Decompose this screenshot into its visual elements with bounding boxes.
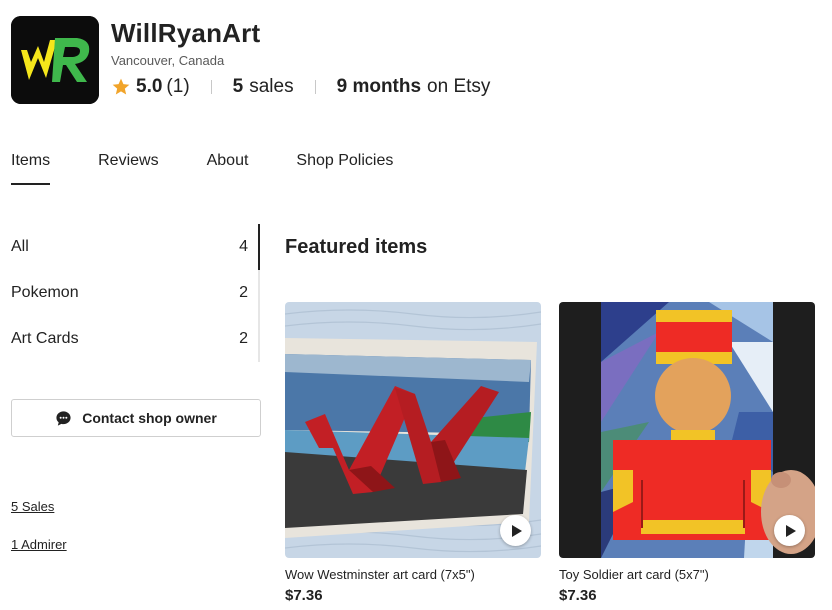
tab-items[interactable]: Items <box>11 150 51 186</box>
category-item-art-cards[interactable]: Art Cards 2 <box>11 316 261 362</box>
sales-link[interactable]: 5 Sales <box>11 499 54 514</box>
tab-about[interactable]: About <box>207 150 249 186</box>
star-icon <box>112 78 130 95</box>
play-video-button[interactable] <box>774 515 805 546</box>
play-video-button[interactable] <box>500 515 531 546</box>
category-count: 2 <box>239 284 248 301</box>
tab-shop-policies[interactable]: Shop Policies <box>296 150 393 186</box>
listing-card[interactable]: Toy Soldier art card (5x7") $7.36 <box>559 302 815 604</box>
listing-card[interactable]: Wow Westminster art card (7x5") $7.36 <box>285 302 541 604</box>
shop-stats: 5.0 (1) 5 sales 9 months on Etsy <box>111 74 490 100</box>
tab-reviews[interactable]: Reviews <box>98 150 158 186</box>
listing-title[interactable]: Wow Westminster art card (7x5") <box>285 567 541 582</box>
tenure-label: on Etsy <box>427 76 491 97</box>
category-item-pokemon[interactable]: Pokemon 2 <box>11 270 261 316</box>
play-icon <box>511 524 522 537</box>
contact-shop-owner-button[interactable]: Contact shop owner <box>11 399 261 437</box>
category-count: 2 <box>239 330 248 347</box>
shop-location: Vancouver, Canada <box>111 53 225 68</box>
listing-price: $7.36 <box>559 587 597 604</box>
category-item-all[interactable]: All 4 <box>11 224 261 270</box>
listing-image[interactable] <box>285 302 541 558</box>
category-list: All 4 Pokemon 2 Art Cards 2 <box>11 224 261 362</box>
rating-value[interactable]: 5.0 <box>136 76 162 98</box>
featured-items-heading: Featured items <box>285 236 428 258</box>
shop-name: WillRyanArt <box>111 18 261 48</box>
category-label: Pokemon <box>11 284 79 301</box>
tenure-value: 9 months <box>336 76 422 97</box>
play-icon <box>785 524 796 537</box>
stats-divider <box>314 80 316 94</box>
category-rail-indicator <box>258 224 260 270</box>
review-count[interactable]: (1) <box>166 76 189 98</box>
chat-bubble-icon <box>56 410 71 426</box>
category-count: 4 <box>239 238 248 255</box>
listing-price: $7.36 <box>285 587 323 604</box>
listing-title[interactable]: Toy Soldier art card (5x7") <box>559 567 815 582</box>
category-label: Art Cards <box>11 330 79 347</box>
sales-label: sales <box>249 76 294 97</box>
stats-divider <box>210 80 212 94</box>
listing-image[interactable] <box>559 302 815 558</box>
shop-tabs: Items Reviews About Shop Policies <box>11 150 441 190</box>
admirers-link[interactable]: 1 Admirer <box>11 537 67 552</box>
sales-count: 5 <box>232 76 244 97</box>
shop-logo-graphic <box>11 16 99 104</box>
category-label: All <box>11 238 29 255</box>
shop-logo[interactable] <box>11 16 99 104</box>
shop-header: WillRyanArt Vancouver, Canada 5.0 (1) 5 … <box>11 16 811 106</box>
contact-label: Contact shop owner <box>82 410 217 426</box>
